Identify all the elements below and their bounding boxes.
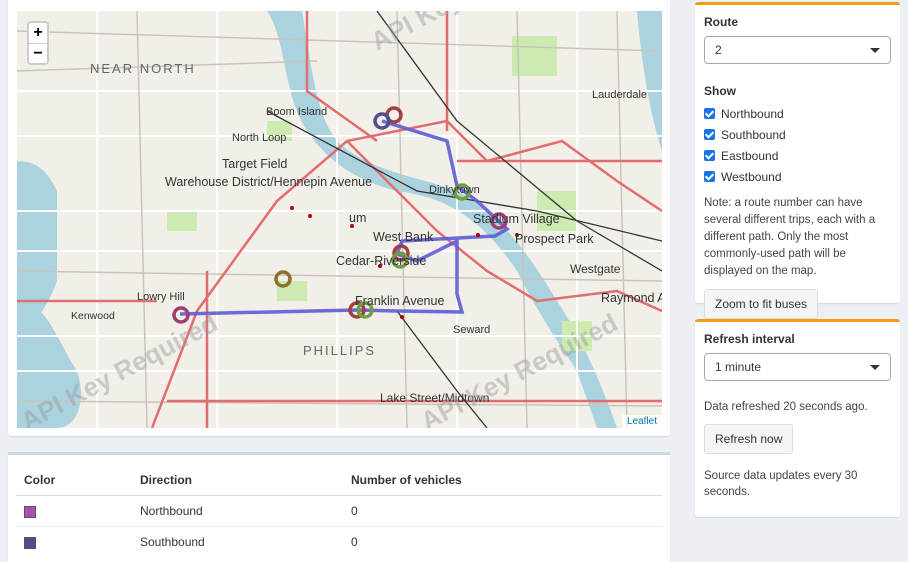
column-header-count: Number of vehicles: [343, 467, 662, 496]
checkbox-label: Eastbound: [721, 148, 779, 163]
svg-text:PHILLIPS: PHILLIPS: [303, 343, 376, 358]
vehicle-table-panel: Color Direction Number of vehicles North…: [8, 452, 670, 562]
chevron-down-icon: [870, 365, 880, 370]
svg-text:Lauderdale: Lauderdale: [592, 89, 647, 101]
svg-text:West Bank: West Bank: [373, 230, 434, 244]
route-panel: Route 2 Show Northbound Southbound Eastb…: [695, 2, 900, 319]
svg-text:Prospect Park: Prospect Park: [515, 232, 594, 246]
svg-text:Raymond A: Raymond A: [601, 291, 662, 305]
checkbox-southbound[interactable]: Southbound: [704, 124, 891, 145]
checkbox-northbound[interactable]: Northbound: [704, 103, 891, 124]
color-swatch: [24, 537, 36, 550]
map-panel: NEAR NORTH Boom Island North Loop Target…: [8, 0, 670, 436]
map-label-near-north: NEAR NORTH: [90, 61, 196, 76]
svg-text:North Loop: North Loop: [232, 132, 286, 144]
column-header-direction: Direction: [132, 467, 343, 496]
zoom-to-fit-button[interactable]: Zoom to fit buses: [704, 289, 819, 319]
vehicle-table: Color Direction Number of vehicles North…: [16, 467, 662, 558]
refresh-interval-select[interactable]: 1 minute: [704, 353, 891, 381]
svg-text:Westgate: Westgate: [570, 262, 621, 276]
checkbox-label: Westbound: [721, 169, 782, 184]
direction-cell: Northbound: [132, 495, 343, 527]
checkbox-checked-icon[interactable]: [704, 129, 715, 140]
svg-text:Stadium Village: Stadium Village: [473, 212, 560, 226]
svg-text:um: um: [349, 211, 366, 225]
checkbox-checked-icon[interactable]: [704, 150, 715, 161]
svg-text:Boom Island: Boom Island: [266, 106, 327, 118]
route-select-value: 2: [715, 43, 722, 57]
refresh-panel: Refresh interval 1 minute Data refreshed…: [695, 319, 900, 517]
route-note: Note: a route number can have several di…: [704, 197, 876, 277]
table-row: Northbound 0: [16, 495, 662, 527]
checkbox-label: Southbound: [721, 127, 786, 142]
refresh-interval-value: 1 minute: [715, 360, 762, 374]
color-swatch: [24, 505, 36, 518]
zoom-in-button[interactable]: +: [29, 23, 47, 43]
checkbox-checked-icon[interactable]: [704, 108, 715, 119]
table-row: Southbound 0: [16, 526, 662, 558]
count-cell: 0: [343, 526, 662, 558]
map-canvas: NEAR NORTH Boom Island North Loop Target…: [17, 11, 662, 428]
svg-text:Lowry Hill: Lowry Hill: [137, 291, 185, 303]
svg-text:Dinkytown: Dinkytown: [429, 184, 480, 196]
count-cell: 0: [343, 495, 662, 527]
zoom-control: + −: [27, 21, 49, 65]
svg-text:Kenwood: Kenwood: [71, 310, 115, 322]
column-header-color: Color: [16, 467, 132, 496]
route-select[interactable]: 2: [704, 36, 891, 64]
source-note: Source data updates every 30 seconds.: [704, 470, 858, 498]
route-label: Route: [704, 15, 738, 29]
checkbox-eastbound[interactable]: Eastbound: [704, 145, 891, 166]
svg-text:Seward: Seward: [453, 324, 490, 336]
refresh-now-button[interactable]: Refresh now: [704, 424, 794, 454]
checkbox-checked-icon[interactable]: [704, 171, 715, 182]
refreshed-status-text: Data refreshed 20 seconds ago.: [704, 401, 868, 413]
svg-text:Target Field: Target Field: [222, 157, 287, 171]
checkbox-label: Northbound: [721, 106, 784, 121]
svg-text:Cedar-Riverside: Cedar-Riverside: [336, 254, 426, 268]
map-view[interactable]: NEAR NORTH Boom Island North Loop Target…: [17, 11, 662, 428]
zoom-out-button[interactable]: −: [29, 43, 47, 63]
chevron-down-icon: [870, 48, 880, 53]
svg-text:Warehouse District/Hennepin Av: Warehouse District/Hennepin Avenue: [165, 175, 372, 189]
show-label: Show: [704, 84, 736, 98]
svg-text:Franklin Avenue: Franklin Avenue: [355, 294, 444, 308]
refresh-interval-label: Refresh interval: [704, 332, 795, 346]
direction-cell: Southbound: [132, 526, 343, 558]
checkbox-westbound[interactable]: Westbound: [704, 166, 891, 187]
leaflet-attribution-link[interactable]: Leaflet: [621, 415, 662, 428]
